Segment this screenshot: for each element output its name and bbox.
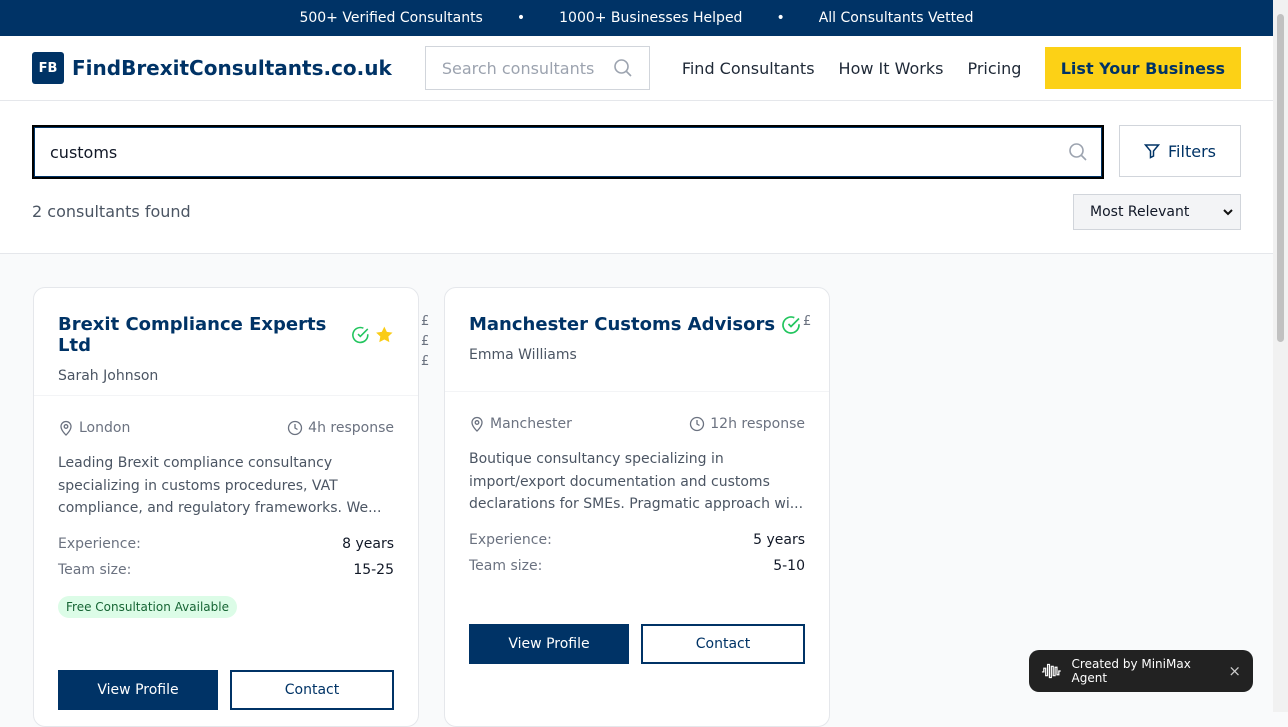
contact-button[interactable]: Contact	[641, 624, 805, 664]
contact-button[interactable]: Contact	[230, 670, 394, 710]
separator: •	[516, 10, 526, 26]
team-size-label: Team size:	[469, 558, 543, 574]
stat-businesses: 1000+ Businesses Helped	[559, 10, 743, 26]
main-nav: Find Consultants How It Works Pricing	[682, 59, 1022, 78]
scrollbar[interactable]	[1273, 0, 1288, 712]
nav-how-it-works[interactable]: How It Works	[839, 59, 944, 78]
announcement-bar: 500+ Verified Consultants • 1000+ Busine…	[0, 0, 1288, 36]
consultant-card: Manchester Customs Advisors £ Emma Willi…	[444, 287, 830, 727]
view-profile-button[interactable]: View Profile	[58, 670, 218, 710]
description: Leading Brexit compliance consultancy sp…	[58, 455, 382, 516]
filter-icon	[1144, 144, 1161, 159]
team-size-value: 5-10	[773, 558, 805, 574]
free-consultation-badge: Free Consultation Available	[58, 596, 237, 618]
sort-value: Most Relevant	[1090, 204, 1190, 220]
results-count: 2 consultants found	[32, 202, 191, 221]
description: Boutique consultancy specializing in imp…	[469, 451, 804, 512]
consultant-card: Brexit Compliance Experts Ltd £££ Sarah …	[33, 287, 429, 727]
location: London	[79, 420, 131, 436]
consultant-name[interactable]: Brexit Compliance Experts Ltd	[58, 314, 345, 356]
chevron-down-icon	[1223, 209, 1233, 216]
contact-person: Emma Williams	[469, 347, 577, 363]
site-header: FB FindBrexitConsultants.co.uk Search co…	[0, 36, 1273, 101]
close-icon[interactable]: ×	[1228, 662, 1241, 680]
nav-pricing[interactable]: Pricing	[967, 59, 1021, 78]
response-time: 4h response	[308, 420, 394, 436]
search-value: customs	[50, 142, 118, 162]
list-business-button[interactable]: List Your Business	[1044, 47, 1241, 89]
logo-mark: FB	[32, 52, 64, 84]
consultant-search-input[interactable]: customs	[32, 125, 1104, 179]
contact-person: Sarah Johnson	[58, 368, 159, 384]
clock-icon	[288, 420, 303, 436]
search-icon[interactable]	[1068, 142, 1088, 162]
response-time: 12h response	[710, 416, 805, 432]
sort-select[interactable]: Most Relevant	[1073, 194, 1241, 230]
nav-find-consultants[interactable]: Find Consultants	[682, 59, 815, 78]
consultant-name[interactable]: Manchester Customs Advisors	[469, 314, 775, 335]
experience-value: 5 years	[753, 532, 805, 548]
price-level: £	[803, 314, 812, 329]
location-pin-icon	[60, 420, 72, 436]
search-section: customs Filters 2 consultants found Most…	[0, 101, 1273, 254]
minimax-toast: Created by MiniMax Agent ×	[1029, 650, 1253, 692]
team-size-label: Team size:	[58, 562, 132, 578]
toast-text: Created by MiniMax Agent	[1071, 657, 1191, 685]
verified-icon	[782, 315, 800, 334]
filters-label: Filters	[1168, 141, 1216, 161]
logo-link[interactable]: FB FindBrexitConsultants.co.uk	[32, 52, 392, 84]
location-pin-icon	[471, 416, 483, 432]
featured-star-icon	[376, 326, 393, 343]
logo-text: FindBrexitConsultants.co.uk	[72, 56, 392, 80]
stat-vetted: All Consultants Vetted	[818, 10, 974, 26]
team-size-value: 15-25	[353, 562, 394, 578]
experience-value: 8 years	[342, 536, 394, 552]
stat-consultants: 500+ Verified Consultants	[299, 10, 483, 26]
separator: •	[776, 10, 785, 26]
search-placeholder: Search consultants	[441, 58, 595, 78]
experience-label: Experience:	[469, 532, 552, 548]
scrollbar-thumb[interactable]	[1277, 14, 1284, 342]
verified-icon	[351, 326, 369, 344]
location: Manchester	[490, 416, 572, 432]
waveform-icon	[1041, 663, 1061, 679]
clock-icon	[690, 416, 705, 432]
view-profile-button[interactable]: View Profile	[469, 624, 629, 664]
search-icon[interactable]	[613, 58, 633, 78]
price-level: £££	[421, 314, 430, 369]
header-search-input[interactable]: Search consultants	[424, 46, 650, 90]
filters-button[interactable]: Filters	[1119, 125, 1241, 177]
experience-label: Experience:	[58, 536, 141, 552]
